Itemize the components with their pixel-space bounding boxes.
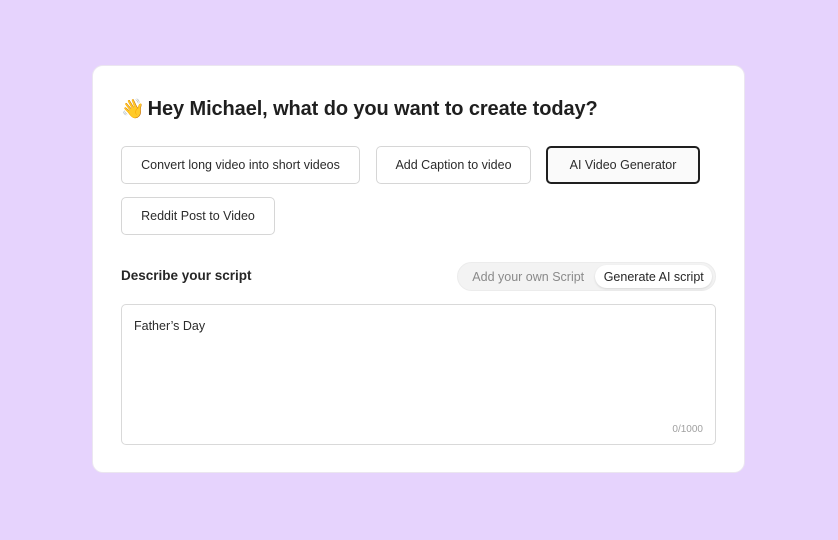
option-reddit-post-button[interactable]: Reddit Post to Video	[121, 197, 275, 235]
script-mode-toggle: Add your own Script Generate AI script	[457, 262, 716, 291]
option-convert-long-video-button[interactable]: Convert long video into short videos	[121, 146, 360, 184]
option-add-caption-button[interactable]: Add Caption to video	[376, 146, 531, 184]
greeting-text: Hey Michael, what do you want to create …	[147, 97, 598, 120]
character-count: 0/1000	[672, 424, 703, 435]
script-textarea[interactable]: Father’s Day 0/1000	[121, 304, 716, 445]
greeting-heading: 👋 Hey Michael, what do you want to creat…	[121, 95, 598, 123]
script-section-title: Describe your script	[121, 268, 252, 283]
option-ai-video-generator-button[interactable]: AI Video Generator	[546, 146, 700, 184]
add-own-script-tab[interactable]: Add your own Script	[461, 265, 595, 288]
script-input-value: Father’s Day	[134, 319, 206, 333]
waving-hand-icon: 👋	[121, 97, 145, 120]
create-card: 👋 Hey Michael, what do you want to creat…	[92, 65, 745, 473]
generate-ai-script-tab[interactable]: Generate AI script	[595, 265, 712, 288]
